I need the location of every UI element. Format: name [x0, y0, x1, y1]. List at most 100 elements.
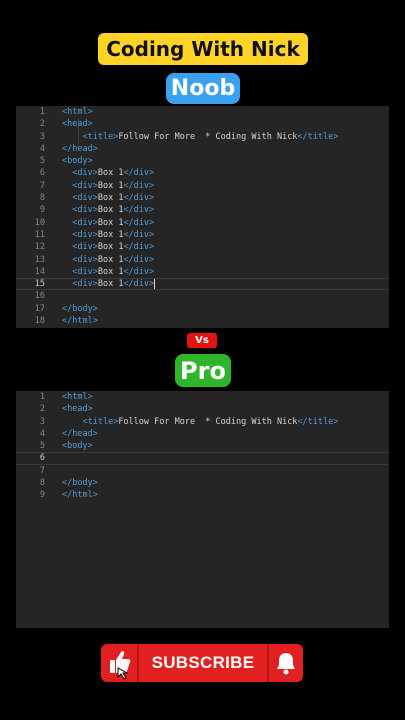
noob-code-editor[interactable]: 1 <html> 2 <head> 3 <title>Follow For More *…	[16, 106, 389, 328]
code-line[interactable]: 7	[16, 465, 389, 477]
code-text: Box 1	[97, 205, 124, 216]
code-text: Box 1	[97, 279, 124, 290]
line-number: 17	[34, 303, 45, 314]
code-tag: <div>	[72, 168, 98, 179]
line-number: 15	[34, 279, 45, 290]
code-line[interactable]: 2 <head>	[16, 403, 389, 415]
code-tag: <div>	[72, 242, 98, 253]
line-number: 2	[39, 119, 45, 130]
code-line[interactable]: 6 <div>Box 1</div>	[16, 167, 389, 179]
code-text: Box 1	[97, 266, 124, 277]
line-number: 11	[34, 229, 45, 240]
code-tag: <head>	[62, 404, 93, 415]
code-tag: <div>	[72, 180, 98, 191]
code-line[interactable]: 3 <title>Follow For More * Coding With N…	[16, 416, 389, 428]
code-line[interactable]: 7 <div>Box 1</div>	[16, 180, 389, 192]
code-tag: <html>	[62, 107, 93, 117]
code-line[interactable]: 13 <div>Box 1</div>	[16, 254, 389, 266]
line-number: 1	[39, 107, 45, 117]
code-line[interactable]: 1 <html>	[16, 106, 389, 118]
line-number: 14	[34, 266, 45, 277]
code-tag: </div>	[123, 205, 155, 216]
line-number: 10	[34, 217, 45, 228]
code-text: Box 1	[97, 168, 124, 179]
line-number: 8	[39, 193, 45, 204]
code-line[interactable]: 5 <body>	[16, 440, 389, 452]
code-text: Box 1	[97, 217, 124, 228]
thumbs-up-icon[interactable]	[101, 644, 139, 682]
line-number: 3	[39, 131, 45, 142]
pro-label: Pro	[175, 354, 231, 387]
code-line[interactable]: 6	[16, 452, 389, 464]
code-tag: <title>	[82, 131, 119, 142]
line-number: 4	[39, 428, 45, 439]
line-number: 2	[39, 404, 45, 415]
code-line[interactable]: 11 <div>Box 1</div>	[16, 229, 389, 241]
code-line[interactable]: 5 <body>	[16, 155, 389, 167]
code-text: Box 1	[97, 254, 124, 265]
line-number: 16	[34, 291, 45, 302]
line-number: 9	[39, 490, 45, 501]
line-number: 5	[39, 441, 45, 452]
code-tag: <div>	[72, 193, 98, 204]
code-line[interactable]: 9 </html>	[16, 489, 389, 501]
code-line[interactable]: 4 </head>	[16, 143, 389, 155]
line-number: 6	[39, 453, 45, 464]
code-line[interactable]: 3 <title>Follow For More * Coding With N…	[16, 131, 389, 143]
code-tag: </div>	[123, 217, 155, 228]
code-text: Box 1	[97, 193, 124, 204]
pro-code-lines: 1 <html> 2 <head> 3 <title>Follow For More *…	[16, 391, 389, 502]
code-tag: </div>	[123, 266, 155, 277]
code-line[interactable]: 14 <div>Box 1</div>	[16, 266, 389, 278]
code-tag: <div>	[72, 229, 98, 240]
code-text: Follow For More * Coding With Nick	[118, 416, 298, 427]
pro-code-editor[interactable]: 1 <html> 2 <head> 3 <title>Follow For More *…	[16, 391, 389, 628]
code-line[interactable]: 16	[16, 290, 389, 302]
code-text: Box 1	[97, 229, 124, 240]
code-tag: </html>	[62, 490, 98, 501]
bell-icon[interactable]	[267, 644, 303, 682]
code-line[interactable]: 18 </html>	[16, 315, 389, 327]
line-number: 12	[34, 242, 45, 253]
line-number: 7	[39, 465, 45, 476]
code-line[interactable]: 9 <div>Box 1</div>	[16, 204, 389, 216]
code-tag: <body>	[62, 441, 93, 452]
code-tag: </body>	[62, 303, 98, 314]
line-number: 13	[34, 254, 45, 265]
code-tag: <div>	[72, 254, 98, 265]
code-tag: </html>	[62, 316, 98, 327]
subscribe-button[interactable]: SUBSCRIBE	[101, 644, 303, 682]
code-line[interactable]: 4 </head>	[16, 428, 389, 440]
code-tag: </div>	[123, 229, 155, 240]
code-text: Follow For More * Coding With Nick	[118, 131, 298, 142]
line-number: 3	[39, 416, 45, 427]
code-line[interactable]: 8 </body>	[16, 477, 389, 489]
code-line[interactable]: 1 <html>	[16, 391, 389, 403]
code-line[interactable]: 17 </body>	[16, 303, 389, 315]
code-tag: </div>	[123, 168, 155, 179]
line-number: 18	[34, 316, 45, 327]
code-tag: </head>	[62, 143, 98, 154]
code-line[interactable]: 12 <div>Box 1</div>	[16, 241, 389, 253]
code-tag: <div>	[72, 205, 98, 216]
code-line[interactable]: 8 <div>Box 1</div>	[16, 192, 389, 204]
code-tag: <head>	[62, 119, 93, 130]
code-tag: </div>	[123, 193, 155, 204]
line-number: 7	[39, 180, 45, 191]
code-line[interactable]: 2 <head>	[16, 118, 389, 130]
code-line[interactable]: 15 <div>Box 1</div>	[16, 278, 389, 290]
code-line[interactable]: 10 <div>Box 1</div>	[16, 217, 389, 229]
code-text: Box 1	[97, 242, 124, 253]
noob-label: Noob	[166, 73, 240, 104]
line-number: 6	[39, 168, 45, 179]
